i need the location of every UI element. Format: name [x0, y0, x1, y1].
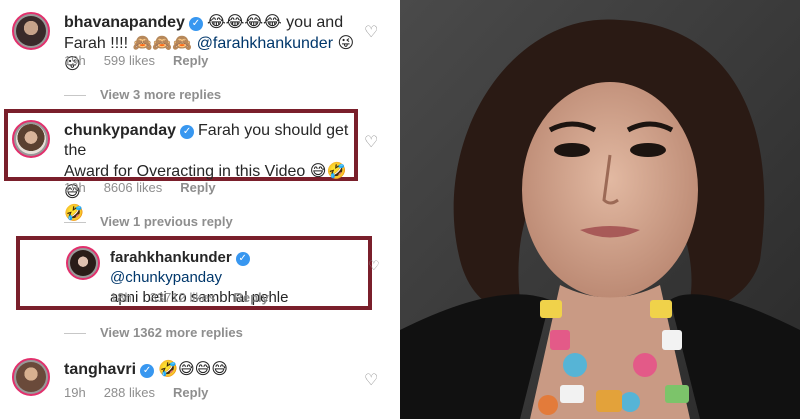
username-tanghavri[interactable]: tanghavri	[64, 361, 136, 378]
comment-chunkypanday: chunkypanday ✓ Farah you should get the Aw…	[64, 121, 354, 224]
username-farahkhankunder[interactable]: farahkhankunder	[110, 249, 232, 266]
like-heart-icon[interactable]: ♡	[368, 258, 380, 274]
username-chunkypanday[interactable]: chunkypanday	[64, 122, 176, 139]
view-previous-reply-link[interactable]: View 1 previous reply	[64, 214, 233, 229]
comment-emoji: 🙈🙈🙈	[132, 33, 193, 52]
like-heart-icon[interactable]: ♡	[364, 132, 378, 152]
comment-likes[interactable]: 8606 likes	[104, 180, 163, 195]
comment-time: 19h	[64, 180, 86, 195]
comment-text: you and	[281, 14, 344, 31]
comment-time: 19h	[64, 385, 86, 400]
reply-button[interactable]: Reply	[173, 53, 208, 68]
comment-likes[interactable]: 599 likes	[104, 53, 155, 68]
reply-button[interactable]: Reply	[180, 180, 215, 195]
like-heart-icon[interactable]: ♡	[364, 22, 378, 42]
comment-meta: 19h 288 likes Reply	[64, 385, 226, 400]
comment-meta: 19h 599 likes Reply	[64, 53, 226, 68]
comments-panel: bhavanapandey ✓ 😂😂😂😂 you and Farah !!!! 🙈🙈…	[0, 0, 400, 419]
comment-meta: 18h 33712 likes Reply	[110, 290, 287, 305]
comment-tanghavri: tanghavri ✓ 🤣😅😅😅	[64, 359, 354, 380]
mention-link[interactable]: @farahkhankunder	[197, 35, 333, 52]
comment-emoji: 😂😂😂😂	[206, 12, 282, 31]
comment-emoji: 🤣😅😅😅	[158, 359, 228, 378]
comment-likes[interactable]: 33712 likes	[150, 290, 216, 305]
avatar-tanghavri[interactable]	[12, 358, 50, 396]
comment-likes[interactable]: 288 likes	[104, 385, 155, 400]
like-heart-icon[interactable]: ♡	[364, 370, 378, 390]
verified-badge-icon: ✓	[235, 252, 250, 266]
reply-button[interactable]: Reply	[173, 385, 208, 400]
mention-link[interactable]: @chunkypanday	[110, 269, 222, 286]
comment-text: Award for Overacting in this Video	[64, 163, 310, 180]
verified-badge-icon: ✓	[188, 17, 203, 31]
verified-badge-icon: ✓	[180, 125, 195, 139]
comment-text: Farah !!!!	[64, 35, 133, 52]
avatar-bhavanapandey[interactable]	[12, 12, 50, 50]
view-more-replies-link[interactable]: View 1362 more replies	[64, 325, 243, 340]
portrait-photo	[400, 0, 800, 419]
avatar-farahkhankunder[interactable]	[66, 246, 100, 280]
view-more-replies-link[interactable]: View 3 more replies	[64, 87, 221, 102]
reply-button[interactable]: Reply	[233, 290, 268, 305]
username-bhavanapandey[interactable]: bhavanapandey	[64, 14, 185, 31]
verified-badge-icon: ✓	[140, 364, 155, 378]
comment-time: 19h	[64, 53, 86, 68]
portrait-illustration	[400, 0, 800, 419]
comment-time: 18h	[110, 290, 132, 305]
comment-meta: 19h 8606 likes Reply	[64, 180, 234, 195]
avatar-chunkypanday[interactable]	[12, 120, 50, 158]
